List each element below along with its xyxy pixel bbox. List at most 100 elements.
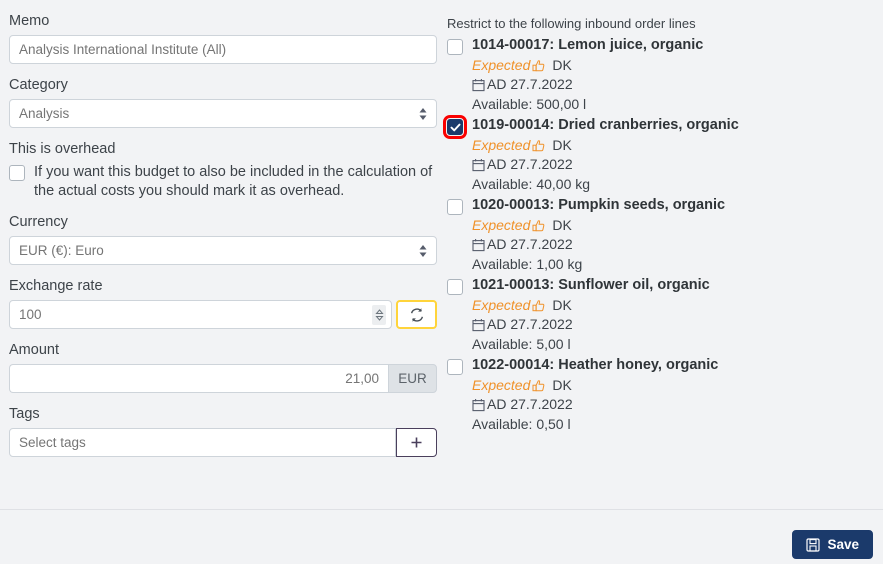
line-country: DK — [552, 137, 572, 153]
currency-label: Currency — [9, 214, 68, 230]
category-label: Category — [9, 77, 68, 93]
inbound-order-lines-panel: Restrict to the following inbound order … — [443, 15, 867, 435]
inbound-order-line-item: 1019-00014: Dried cranberries, organic Ex… — [443, 115, 867, 194]
line-available: Available: 40,00 kg — [472, 176, 591, 192]
amount-currency-addon: EUR — [388, 364, 437, 393]
number-stepper[interactable] — [372, 304, 386, 325]
plus-icon — [411, 437, 422, 448]
line-date-label: AD 27.7.2022 — [487, 396, 573, 412]
line-available: Available: 0,50 l — [472, 416, 571, 432]
line-date-row: AD 27.7.2022 — [472, 315, 867, 334]
line-title: 1021-00013: Sunflower oil, organic — [472, 277, 710, 293]
calendar-icon — [472, 158, 485, 171]
line-country: DK — [552, 57, 572, 73]
amount-input[interactable] — [9, 364, 388, 393]
line-status-row: Expected DK — [472, 56, 867, 75]
calendar-icon — [472, 318, 485, 331]
line-details: 1020-00013: Pumpkin seeds, organic Expect… — [472, 195, 867, 274]
line-status-row: Expected DK — [472, 376, 867, 395]
inbound-order-lines-list: 1014-00017: Lemon juice, organic Expected… — [443, 35, 867, 434]
category-select[interactable] — [9, 99, 437, 128]
exchange-rate-label: Exchange rate — [9, 278, 103, 294]
line-date-label: AD 27.7.2022 — [487, 316, 573, 332]
thumbs-up-icon — [532, 219, 545, 231]
category-select-wrapper[interactable] — [9, 99, 437, 128]
line-status-row: Expected DK — [472, 296, 867, 315]
calendar-icon — [472, 78, 485, 91]
calendar-icon — [472, 238, 485, 251]
line-details: 1022-00014: Heather honey, organic Expect… — [472, 355, 867, 434]
tags-field-group: Tags — [9, 405, 437, 457]
stepper-arrows-icon — [374, 308, 384, 321]
exchange-rate-input[interactable] — [9, 300, 392, 329]
footer-bar: Save — [0, 510, 883, 564]
line-date-label: AD 27.7.2022 — [487, 76, 573, 92]
memo-field-group: Memo — [9, 12, 437, 64]
line-details: 1014-00017: Lemon juice, organic Expected… — [472, 35, 867, 114]
save-button-label: Save — [827, 537, 859, 552]
line-details: 1021-00013: Sunflower oil, organic Expect… — [472, 275, 867, 354]
line-status-row: Expected DK — [472, 136, 867, 155]
inbound-order-line-item: 1021-00013: Sunflower oil, organic Expect… — [447, 275, 867, 354]
refresh-icon — [410, 307, 423, 322]
inbound-order-lines-header: Restrict to the following inbound order … — [447, 16, 696, 31]
line-date-row: AD 27.7.2022 — [472, 75, 867, 94]
tags-label: Tags — [9, 406, 40, 422]
tags-input[interactable] — [9, 428, 396, 457]
line-available: Available: 5,00 l — [472, 336, 571, 352]
add-tag-button[interactable] — [396, 428, 437, 457]
check-icon — [450, 123, 460, 131]
thumbs-up-icon — [532, 139, 545, 151]
save-floppy-icon — [806, 537, 821, 552]
currency-select-wrapper[interactable] — [9, 236, 437, 265]
line-title: 1019-00014: Dried cranberries, organic — [472, 117, 739, 133]
memo-input[interactable] — [9, 35, 437, 64]
overhead-row: If you want this budget to also be inclu… — [9, 163, 437, 201]
line-status-label: Expected — [472, 297, 531, 313]
currency-select[interactable] — [9, 236, 437, 265]
thumbs-up-icon — [532, 299, 545, 311]
calendar-icon — [472, 398, 485, 411]
line-date-row: AD 27.7.2022 — [472, 155, 867, 174]
exchange-rate-group — [9, 300, 437, 329]
overhead-checkbox[interactable] — [9, 165, 25, 181]
line-checkbox[interactable] — [447, 359, 463, 375]
overhead-field-group: This is overhead If you want this budget… — [9, 140, 437, 201]
budget-form-page: Memo Category This is overhead If you wa… — [0, 0, 883, 564]
inbound-order-line-item: 1022-00014: Heather honey, organic Expect… — [447, 355, 867, 434]
inbound-order-line-item: 1020-00013: Pumpkin seeds, organic Expect… — [447, 195, 867, 274]
line-status-label: Expected — [472, 377, 531, 393]
line-status-row: Expected DK — [472, 216, 867, 235]
line-status-label: Expected — [472, 217, 531, 233]
line-status-label: Expected — [472, 57, 531, 73]
line-date-label: AD 27.7.2022 — [487, 156, 573, 172]
overhead-description: If you want this budget to also be inclu… — [34, 164, 433, 199]
amount-field-group: Amount EUR — [9, 341, 437, 393]
line-date-label: AD 27.7.2022 — [487, 236, 573, 252]
line-checkbox[interactable] — [443, 115, 467, 139]
thumbs-up-icon — [532, 59, 545, 71]
amount-label: Amount — [9, 342, 59, 358]
save-button[interactable]: Save — [792, 530, 873, 559]
line-title: 1020-00013: Pumpkin seeds, organic — [472, 197, 726, 213]
memo-label: Memo — [9, 13, 50, 29]
line-checkbox[interactable] — [447, 199, 463, 215]
amount-group: EUR — [9, 364, 437, 393]
inbound-order-line-item: 1014-00017: Lemon juice, organic Expected… — [447, 35, 867, 114]
exchange-rate-field-group: Exchange rate — [9, 277, 437, 329]
refresh-exchange-rate-button[interactable] — [396, 300, 437, 329]
overhead-label: This is overhead — [9, 141, 116, 157]
line-country: DK — [552, 377, 572, 393]
line-available: Available: 1,00 kg — [472, 256, 583, 272]
line-date-row: AD 27.7.2022 — [472, 395, 867, 414]
line-checkbox[interactable] — [447, 39, 463, 55]
tags-group — [9, 428, 437, 457]
line-title: 1022-00014: Heather honey, organic — [472, 357, 719, 373]
line-status-label: Expected — [472, 137, 531, 153]
budget-form-column: Memo Category This is overhead If you wa… — [9, 12, 437, 469]
line-checkbox[interactable] — [447, 279, 463, 295]
exchange-rate-input-wrapper — [9, 300, 392, 329]
line-date-row: AD 27.7.2022 — [472, 235, 867, 254]
line-country: DK — [552, 217, 572, 233]
thumbs-up-icon — [532, 379, 545, 391]
